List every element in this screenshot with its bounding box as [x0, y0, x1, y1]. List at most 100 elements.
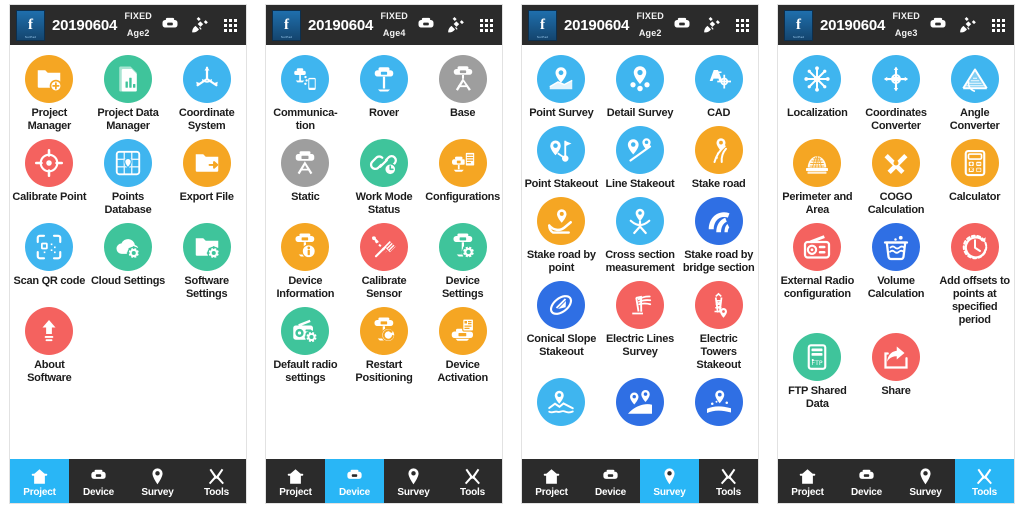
cogo-icon — [871, 138, 920, 187]
nav-item-device[interactable]: Device — [325, 459, 384, 503]
app-tile[interactable]: Cross section measurement — [601, 193, 680, 277]
home-icon — [542, 465, 561, 486]
app-tile[interactable]: Share — [857, 329, 936, 413]
nav-item-survey[interactable]: Survey — [640, 459, 699, 503]
app-tile[interactable]: About Software — [10, 303, 89, 387]
app-tile[interactable]: Configurations — [423, 135, 502, 219]
apps-grid-icon[interactable] — [220, 15, 240, 35]
app-tile[interactable]: Calibrate Point — [10, 135, 89, 219]
app-tile[interactable]: Volume Calculation — [857, 219, 936, 329]
app-tile[interactable]: Cloud Settings — [89, 219, 168, 303]
app-tile[interactable]: Conical Slope Stakeout — [522, 277, 601, 374]
folder-add-icon — [25, 55, 74, 103]
app-tile[interactable]: Default radio settings — [266, 303, 345, 387]
app-tile[interactable]: Work Mode Status — [345, 135, 424, 219]
nav-item-project[interactable]: Project — [10, 459, 69, 503]
status-bar: f SurPad 20190604 FIXED Age2 — [522, 5, 758, 45]
app-tile[interactable]: Point Stakeout — [522, 122, 601, 193]
app-tile[interactable]: Angle Converter — [935, 51, 1014, 135]
app-tile[interactable]: External Radio configuration — [778, 219, 857, 329]
app-tile[interactable]: Perimeter and Area — [778, 135, 857, 219]
receiver-icon[interactable] — [416, 15, 436, 35]
app-tile[interactable]: Base — [423, 51, 502, 135]
app-tile[interactable] — [601, 374, 680, 432]
device-info-icon — [281, 222, 330, 271]
app-tile[interactable]: Coordinates Converter — [857, 51, 936, 135]
nav-item-tools[interactable]: Tools — [187, 459, 246, 503]
nav-item-project[interactable]: Project — [522, 459, 581, 503]
app-tile[interactable]: Software Settings — [167, 219, 246, 303]
app-grid-project: Project Manager Project Data Manager Coord… — [10, 45, 246, 459]
nav-item-label: Survey — [141, 486, 174, 498]
app-tile[interactable]: Export File — [167, 135, 246, 219]
app-tile[interactable] — [522, 374, 601, 432]
app-tile[interactable]: Restart Positioning — [345, 303, 424, 387]
icon-grid: Communica-tion Rover Base Static Work Mode S… — [266, 51, 502, 387]
app-logo-subtext: SurPad — [792, 34, 805, 39]
terrain-survey-icon — [537, 377, 586, 426]
nav-item-tools[interactable]: Tools — [699, 459, 758, 503]
app-tile[interactable]: Line Stakeout — [601, 122, 680, 193]
satellite-icon[interactable] — [190, 15, 210, 35]
app-tile[interactable]: Calibrate Sensor — [345, 219, 424, 303]
app-tile[interactable]: Add offsets to points at specified perio… — [935, 219, 1014, 329]
app-tile[interactable]: Device Information — [266, 219, 345, 303]
receiver-icon[interactable] — [672, 15, 692, 35]
app-tile-label: Rover — [369, 107, 399, 119]
app-tile[interactable]: Points Database — [89, 135, 168, 219]
app-tile[interactable]: Project Manager — [10, 51, 89, 135]
app-tile[interactable]: Coordinate System — [167, 51, 246, 135]
nav-item-survey[interactable]: Survey — [128, 459, 187, 503]
app-tile[interactable]: Communica-tion — [266, 51, 345, 135]
phone-screen-tools: f SurPad 20190604 FIXED Age3 Localization Coor… — [768, 0, 1024, 507]
satellite-icon[interactable] — [702, 15, 722, 35]
app-tile[interactable]: COGO Calculation — [857, 135, 936, 219]
apps-grid-icon[interactable] — [476, 15, 496, 35]
nav-item-device[interactable]: Device — [581, 459, 640, 503]
app-tile[interactable]: Localization — [778, 51, 857, 135]
nav-item-project[interactable]: Project — [778, 459, 837, 503]
bottom-nav-bar: Project Device Survey Tools — [522, 459, 758, 503]
app-tile[interactable]: Stake road by point — [522, 193, 601, 277]
app-tile[interactable]: Scan QR code — [10, 219, 89, 303]
app-tile[interactable]: Project Data Manager — [89, 51, 168, 135]
phone-screen-device: f SurPad 20190604 FIXED Age4 Communica-tion Ro… — [256, 0, 512, 507]
app-tile[interactable]: FTP FTP Shared Data — [778, 329, 857, 413]
nav-item-label: Device — [82, 486, 115, 498]
app-tile[interactable]: Detail Survey — [601, 51, 680, 122]
pin-icon — [660, 465, 679, 486]
folder-export-icon — [182, 138, 231, 187]
nav-item-survey[interactable]: Survey — [896, 459, 955, 503]
app-tile[interactable]: Electric Towers Stakeout — [679, 277, 758, 374]
nav-item-device[interactable]: Device — [837, 459, 896, 503]
app-tile[interactable]: Point Survey — [522, 51, 601, 122]
app-tile[interactable] — [679, 374, 758, 432]
qr-code-icon — [25, 222, 74, 271]
nav-item-tools[interactable]: Tools — [443, 459, 502, 503]
nav-item-tools[interactable]: Tools — [955, 459, 1014, 503]
nav-item-label: Tools — [460, 486, 485, 498]
app-tile[interactable]: Calculator — [935, 135, 1014, 219]
apps-grid-icon[interactable] — [988, 15, 1008, 35]
pin-icon — [916, 465, 935, 486]
receiver-icon[interactable] — [160, 15, 180, 35]
bottom-nav-bar: Project Device Survey Tools — [266, 459, 502, 503]
receiver-icon[interactable] — [928, 15, 948, 35]
app-tile-label: Export File — [179, 190, 234, 203]
satellite-icon[interactable] — [958, 15, 978, 35]
app-tile[interactable]: Stake road by bridge section — [679, 193, 758, 277]
app-tile[interactable]: CAD — [679, 51, 758, 122]
satellite-icon[interactable] — [446, 15, 466, 35]
app-tile[interactable]: Device Activation — [423, 303, 502, 387]
nav-item-device[interactable]: Device — [69, 459, 128, 503]
nav-item-project[interactable]: Project — [266, 459, 325, 503]
app-tile[interactable]: Electric Lines Survey — [601, 277, 680, 374]
app-tile-label: Point Stakeout — [524, 177, 599, 190]
app-tile[interactable]: Stake road — [679, 122, 758, 193]
app-tile-label: Angle Converter — [949, 107, 1000, 132]
app-tile[interactable]: Device Settings — [423, 219, 502, 303]
app-tile[interactable]: Rover — [345, 51, 424, 135]
app-tile[interactable]: Static — [266, 135, 345, 219]
apps-grid-icon[interactable] — [732, 15, 752, 35]
nav-item-survey[interactable]: Survey — [384, 459, 443, 503]
